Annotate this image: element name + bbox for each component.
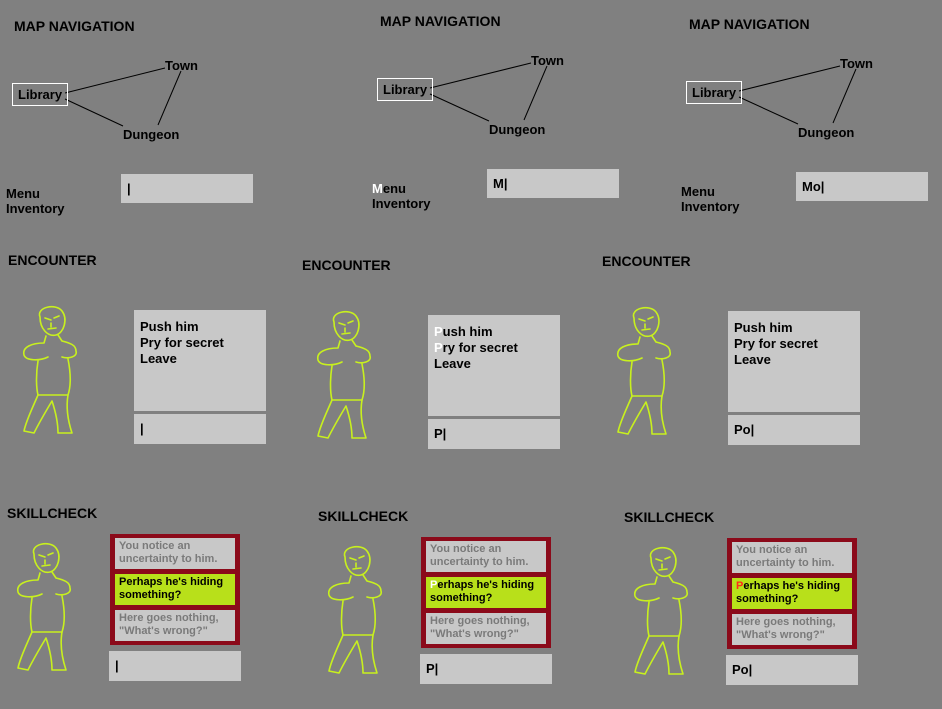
encounter-options: Push him Pry for secret Leave [728,311,860,412]
encounter-options: Push him Pry for secret Leave [428,315,560,416]
skillcheck-option-selected[interactable]: Perhaps he's hiding something? [732,578,852,609]
encounter-option[interactable]: Pry for secret [434,340,554,356]
encounter-option[interactable]: Push him [140,319,260,335]
character-figure [16,542,72,671]
skillcheck-options: You notice an uncertainty to him. Perhaps… [421,537,551,648]
node-town[interactable]: Town [840,56,873,71]
encounter-heading: ENCOUNTER [302,257,391,273]
map-edge [832,68,857,124]
typed-text [140,421,144,436]
encounter-option[interactable]: Pry for secret [140,335,260,351]
skillcheck-option[interactable]: Here goes nothing, "What's wrong?" [426,613,546,644]
encounter-options: Push him Pry for secret Leave [134,310,266,411]
command-item[interactable]: Inventory [681,199,740,214]
command-input[interactable] [109,651,241,681]
command-input[interactable]: P [420,654,552,684]
node-dungeon[interactable]: Dungeon [798,125,854,140]
skillcheck-heading: SKILLCHECK [7,505,98,521]
typed-text: Po [732,662,752,677]
map-edge [738,65,841,92]
skillcheck-option-selected[interactable]: Perhaps he's hiding something? [115,574,235,605]
encounter-option[interactable]: Push him [734,320,854,336]
skillcheck-options: You notice an uncertainty to him. Perhaps… [727,538,857,649]
skillcheck-option-selected[interactable]: Perhaps he's hiding something? [426,577,546,608]
skillcheck-option[interactable]: Here goes nothing, "What's wrong?" [115,610,235,641]
skillcheck-option[interactable]: You notice an uncertainty to him. [732,542,852,573]
encounter-option[interactable]: Leave [434,356,554,372]
skillcheck-option[interactable]: You notice an uncertainty to him. [115,538,235,569]
command-input[interactable]: P [428,419,560,449]
encounter-option[interactable]: Pry for secret [734,336,854,352]
character-figure [633,546,689,675]
skillcheck-option[interactable]: You notice an uncertainty to him. [426,541,546,572]
typed-text: Po [734,422,754,437]
skillcheck-heading: SKILLCHECK [624,509,715,525]
typed-text: P [426,661,438,676]
encounter-option[interactable]: Leave [140,351,260,367]
command-input[interactable]: Po [726,655,858,685]
command-input[interactable]: Mo [796,172,928,201]
character-figure [616,306,672,435]
typed-text [115,658,119,673]
encounter-heading: ENCOUNTER [8,252,97,268]
map-edge [738,96,799,125]
encounter-heading: ENCOUNTER [602,253,691,269]
node-library[interactable]: Library [686,81,743,104]
encounter-option[interactable]: Push him [434,324,554,340]
character-figure [316,310,372,439]
command-item[interactable]: Menu [681,184,740,199]
command-list: Menu Inventory [681,184,740,214]
typed-text: Mo [802,179,824,194]
encounter-option[interactable]: Leave [734,352,854,368]
skillcheck-options: You notice an uncertainty to him. Perhaps… [110,534,240,645]
command-input[interactable]: Po [728,415,860,445]
character-figure [22,305,78,434]
skillcheck-heading: SKILLCHECK [318,508,409,524]
command-input[interactable] [134,414,266,444]
typed-text: P [434,426,446,441]
skillcheck-option[interactable]: Here goes nothing, "What's wrong?" [732,614,852,645]
character-figure [327,545,383,674]
